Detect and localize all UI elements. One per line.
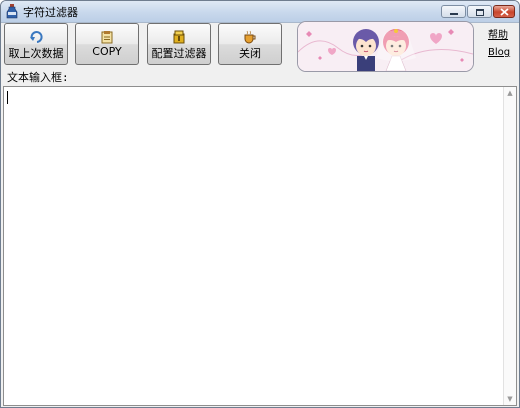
couple-banner-image — [297, 21, 474, 72]
close-window-button[interactable] — [493, 5, 515, 18]
vertical-scrollbar[interactable]: ▲ ▼ — [503, 87, 516, 405]
maximize-button[interactable] — [467, 5, 492, 18]
scroll-up-arrow-icon[interactable]: ▲ — [504, 87, 516, 99]
copy-label: COPY — [92, 45, 122, 58]
help-link[interactable]: 帮助 — [488, 26, 508, 41]
copy-button[interactable]: COPY — [75, 23, 139, 65]
load-last-data-label: 取上次数据 — [8, 47, 64, 60]
text-caret — [7, 91, 8, 104]
close-button[interactable]: 关闭 — [218, 23, 282, 65]
gold-box-icon — [172, 29, 186, 44]
title-bar[interactable]: 字符过滤器 — [1, 1, 519, 23]
close-icon — [500, 8, 509, 16]
app-bottle-icon — [5, 4, 19, 19]
text-input-label: 文本输入框: — [7, 71, 69, 84]
scroll-down-arrow-icon[interactable]: ▼ — [504, 393, 516, 405]
configure-filter-label: 配置过滤器 — [151, 47, 207, 60]
maximize-icon — [476, 9, 484, 16]
minimize-icon — [450, 13, 458, 15]
coffee-cup-icon — [243, 29, 257, 44]
close-label: 关闭 — [239, 47, 261, 60]
window-title: 字符过滤器 — [23, 6, 78, 19]
clipboard-icon — [100, 29, 114, 44]
app-window: 字符过滤器 取上次数据 COPY 配置过滤器 关闭 帮助 Blog 文本输入框:… — [0, 0, 520, 408]
minimize-button[interactable] — [441, 5, 466, 18]
refresh-arrow-icon — [29, 29, 43, 43]
load-last-data-button[interactable]: 取上次数据 — [4, 23, 68, 65]
blog-link[interactable]: Blog — [488, 47, 510, 58]
configure-filter-button[interactable]: 配置过滤器 — [147, 23, 211, 65]
text-input-area[interactable]: ▲ ▼ — [3, 86, 517, 406]
